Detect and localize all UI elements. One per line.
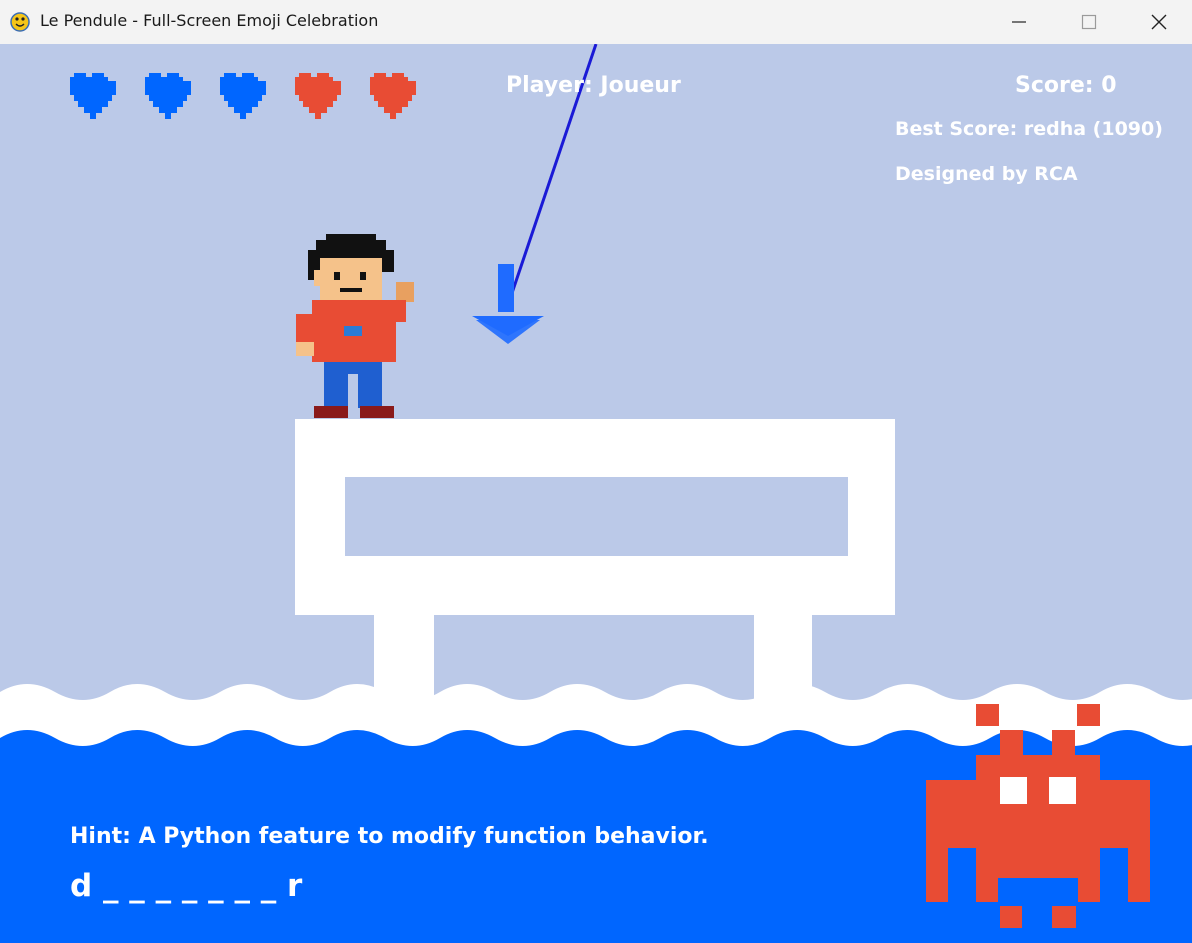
- best-score-label: Best Score: redha (1090): [895, 118, 1163, 140]
- minimize-button[interactable]: [984, 0, 1054, 44]
- python-snake-icon: [10, 12, 30, 32]
- credit-label: Designed by RCA: [895, 163, 1078, 185]
- heart-icon: [295, 73, 341, 119]
- heart-icon: [145, 73, 191, 119]
- maximize-icon: [1081, 14, 1097, 30]
- close-icon: [1151, 14, 1167, 30]
- hint-text: Hint: A Python feature to modify functio…: [70, 824, 709, 849]
- minimize-icon: [1012, 21, 1026, 23]
- heart-icon: [70, 73, 116, 119]
- maximize-button[interactable]: [1054, 0, 1124, 44]
- word-display: d _ _ _ _ _ _ _ r: [70, 868, 303, 904]
- down-arrow-icon: [472, 264, 544, 344]
- window-titlebar: Le Pendule - Full-Screen Emoji Celebrati…: [0, 0, 1192, 44]
- lives-hearts: [70, 73, 416, 119]
- player-label: Player: Joueur: [506, 73, 681, 98]
- character-sprite: [296, 234, 414, 418]
- game-canvas[interactable]: Player: Joueur Score: 0 Best Score: redh…: [0, 44, 1192, 943]
- platform-structure: [295, 419, 895, 715]
- window-title: Le Pendule - Full-Screen Emoji Celebrati…: [40, 11, 379, 30]
- heart-icon: [370, 73, 416, 119]
- score-label: Score: 0: [1015, 73, 1117, 98]
- heart-icon: [220, 73, 266, 119]
- close-button[interactable]: [1124, 0, 1192, 44]
